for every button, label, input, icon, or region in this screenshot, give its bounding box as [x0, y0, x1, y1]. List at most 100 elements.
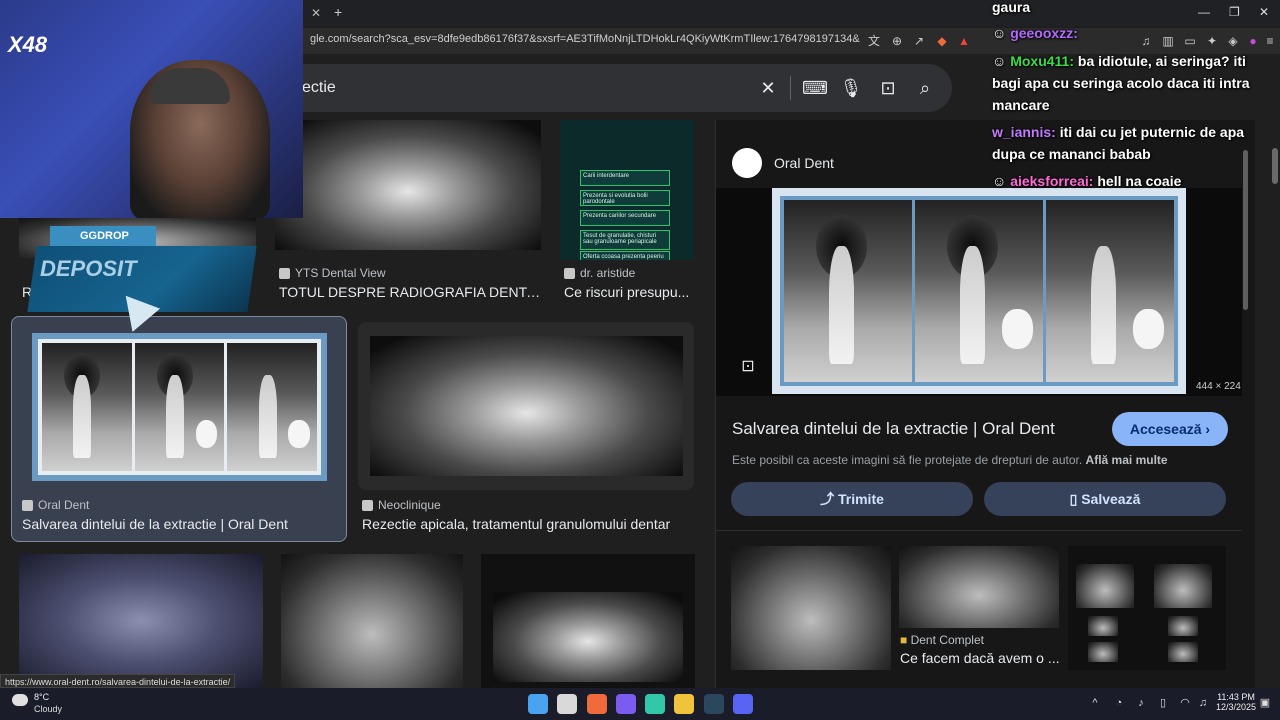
result-image-bottom-3[interactable]	[481, 554, 695, 688]
related-image-1[interactable]	[731, 546, 891, 670]
result-site: YTS Dental View	[279, 266, 386, 280]
clear-icon[interactable]: ✕	[756, 76, 780, 100]
share-label: Trimite	[837, 491, 884, 507]
zoom-icon[interactable]: ⊕	[889, 33, 905, 49]
result-image-bottom-2[interactable]	[281, 554, 463, 688]
keyboard-icon[interactable]: ⌨	[802, 76, 828, 100]
search-icon[interactable]: ⌕	[913, 76, 937, 100]
search-divider	[790, 76, 791, 100]
taskbar: 8°C Cloudy ^ ◔ ♪ ▯ ◠ ♫ 11:43 PM 12/3/2025…	[0, 688, 1280, 720]
diagram-box: Prezenta cariilor secundare	[580, 210, 670, 226]
result-site: Oral Dent	[22, 498, 89, 512]
visit-button[interactable]: Accesează ›	[1112, 412, 1228, 446]
webcam-overlay: X48	[0, 0, 303, 218]
result-image-panoramic[interactable]	[275, 120, 541, 250]
brave-shield-icon[interactable]: ◆	[934, 33, 950, 49]
brave-icon[interactable]	[587, 694, 607, 714]
start-icon[interactable]	[528, 694, 548, 714]
related-site: ■ Dent Complet	[900, 633, 984, 647]
speaker-icon[interactable]: ♫	[1196, 696, 1210, 710]
chat-badge-icon: ☺	[992, 173, 1007, 189]
result-title[interactable]: Rezectie apicala, tratamentul granulomul…	[362, 516, 692, 532]
chevron-up-icon[interactable]: ^	[1088, 696, 1102, 710]
panel-divider	[716, 530, 1242, 531]
weather-desc: Cloudy	[34, 704, 63, 714]
result-title[interactable]: Ce riscuri presupu...	[564, 284, 690, 300]
lens-search-icon[interactable]: ⊡	[736, 355, 760, 379]
deposit-text: DEPOSIT	[40, 256, 137, 281]
result-title[interactable]: TOTUL DESPRE RADIOGRAFIA DENTA...	[279, 284, 541, 300]
ggdrop-logo: GGDROP	[50, 226, 156, 246]
chat-message: ☺ geeooxzz:	[992, 25, 1078, 41]
result-title[interactable]: Salvarea dintelui de la extractie | Oral…	[22, 516, 342, 532]
clock-time: 11:43 PM	[1217, 692, 1255, 702]
xray-panel	[1046, 200, 1174, 382]
xray-panel	[134, 343, 225, 471]
microphone-icon[interactable]: 🎙	[839, 76, 863, 100]
clock-date: 12/3/2025	[1216, 702, 1257, 712]
app-icon[interactable]	[645, 694, 665, 714]
volume-icon[interactable]: ♪	[1134, 696, 1148, 710]
related-image-2[interactable]	[899, 546, 1059, 628]
chat-overlay: gaura ☺ geeooxzz: ☺ Moxu411: ba idiotule…	[988, 0, 1276, 200]
discord-icon[interactable]	[733, 694, 753, 714]
chat-message: ☺ Moxu411: ba idiotule, ai seringa? iti …	[992, 53, 1250, 113]
result-image-bottom-1[interactable]	[19, 554, 263, 688]
diagram-box: Oferta ccoasa prezenta peeriu	[580, 251, 670, 260]
explorer-icon[interactable]	[557, 694, 577, 714]
url-text[interactable]: gle.com/search?sca_esv=8dfe9edb86176f37&…	[310, 33, 860, 45]
battery-icon[interactable]: ▯	[1156, 696, 1170, 710]
panel-title[interactable]: Salvarea dintelui de la extractie | Oral…	[732, 419, 1055, 439]
xray-panel	[784, 200, 912, 382]
favicon-icon: ■	[900, 633, 908, 647]
chevron-right-icon: ›	[1205, 421, 1211, 437]
lens-icon[interactable]: ⊡	[876, 76, 900, 100]
chat-badge-icon: ☺	[992, 53, 1007, 69]
save-button[interactable]: ▯ Salvează	[984, 482, 1226, 516]
rewards-icon[interactable]: ▲	[956, 33, 972, 49]
diagram-box: Tesut de granulatie, chisturi sau granul…	[580, 230, 670, 250]
result-image-triple-xray[interactable]	[32, 333, 327, 481]
network-icon[interactable]: ◔	[1112, 696, 1126, 710]
panel-image[interactable]	[716, 188, 1242, 396]
result-site: Neoclinique	[362, 498, 441, 512]
translate-icon[interactable]: 文	[866, 33, 882, 49]
share-button[interactable]: ⤴ Trimite	[731, 482, 973, 516]
source-logo-icon	[732, 148, 762, 178]
search-input[interactable]: ectie	[302, 79, 336, 97]
favicon-icon	[362, 499, 373, 511]
xray-panel	[915, 200, 1043, 382]
learn-more-link[interactable]: Află mai multe	[1086, 453, 1168, 467]
panel-source-name[interactable]: Oral Dent	[774, 155, 834, 171]
chat-message: gaura	[992, 0, 1031, 15]
search-box[interactable]: ectie ✕ ⌨ 🎙 ⊡ ⌕	[280, 64, 952, 112]
bookmark-icon: ▯	[1069, 491, 1078, 507]
share-icon: ⤴	[820, 491, 835, 507]
favicon-icon	[279, 267, 290, 279]
favicon-icon	[22, 499, 33, 511]
save-label: Salvează	[1081, 491, 1141, 507]
xray-panel	[42, 343, 132, 471]
image-dimensions: 444 × 224	[1196, 381, 1241, 392]
multiplier-badge: X48	[8, 32, 48, 57]
notification-icon[interactable]: ▣	[1258, 696, 1272, 710]
chat-message: ☺ aieksforreai: hell na coaie	[992, 173, 1182, 189]
favicon-icon	[564, 267, 575, 279]
image-detail-panel: Oral Dent ⊡ 444 × 224 Salvarea dintelui …	[715, 120, 1255, 690]
wifi-icon[interactable]: ◠	[1178, 696, 1192, 710]
result-image-diagram[interactable]: Carii interdentare Prezenta si evolutia …	[560, 120, 694, 260]
clock[interactable]: 11:43 PM 12/3/2025	[1216, 692, 1256, 712]
folder-icon[interactable]	[674, 694, 694, 714]
panel-triple-xray	[772, 188, 1186, 394]
app-icon[interactable]	[616, 694, 636, 714]
tab-close-icon[interactable]: ✕	[308, 5, 324, 21]
new-tab-icon[interactable]: +	[334, 4, 342, 20]
weather-temp: 8°C	[34, 692, 50, 702]
steam-icon[interactable]	[704, 694, 724, 714]
share-icon[interactable]: ↗	[911, 33, 927, 49]
visit-label: Accesează	[1129, 421, 1202, 437]
result-image-implants[interactable]	[370, 336, 683, 476]
related-title[interactable]: Ce facem dacă avem o ...	[900, 650, 1060, 666]
related-image-3[interactable]	[1068, 546, 1226, 670]
screen: ✕ + — ❐ ✕ gle.com/search?sca_esv=8dfe9ed…	[0, 0, 1280, 720]
